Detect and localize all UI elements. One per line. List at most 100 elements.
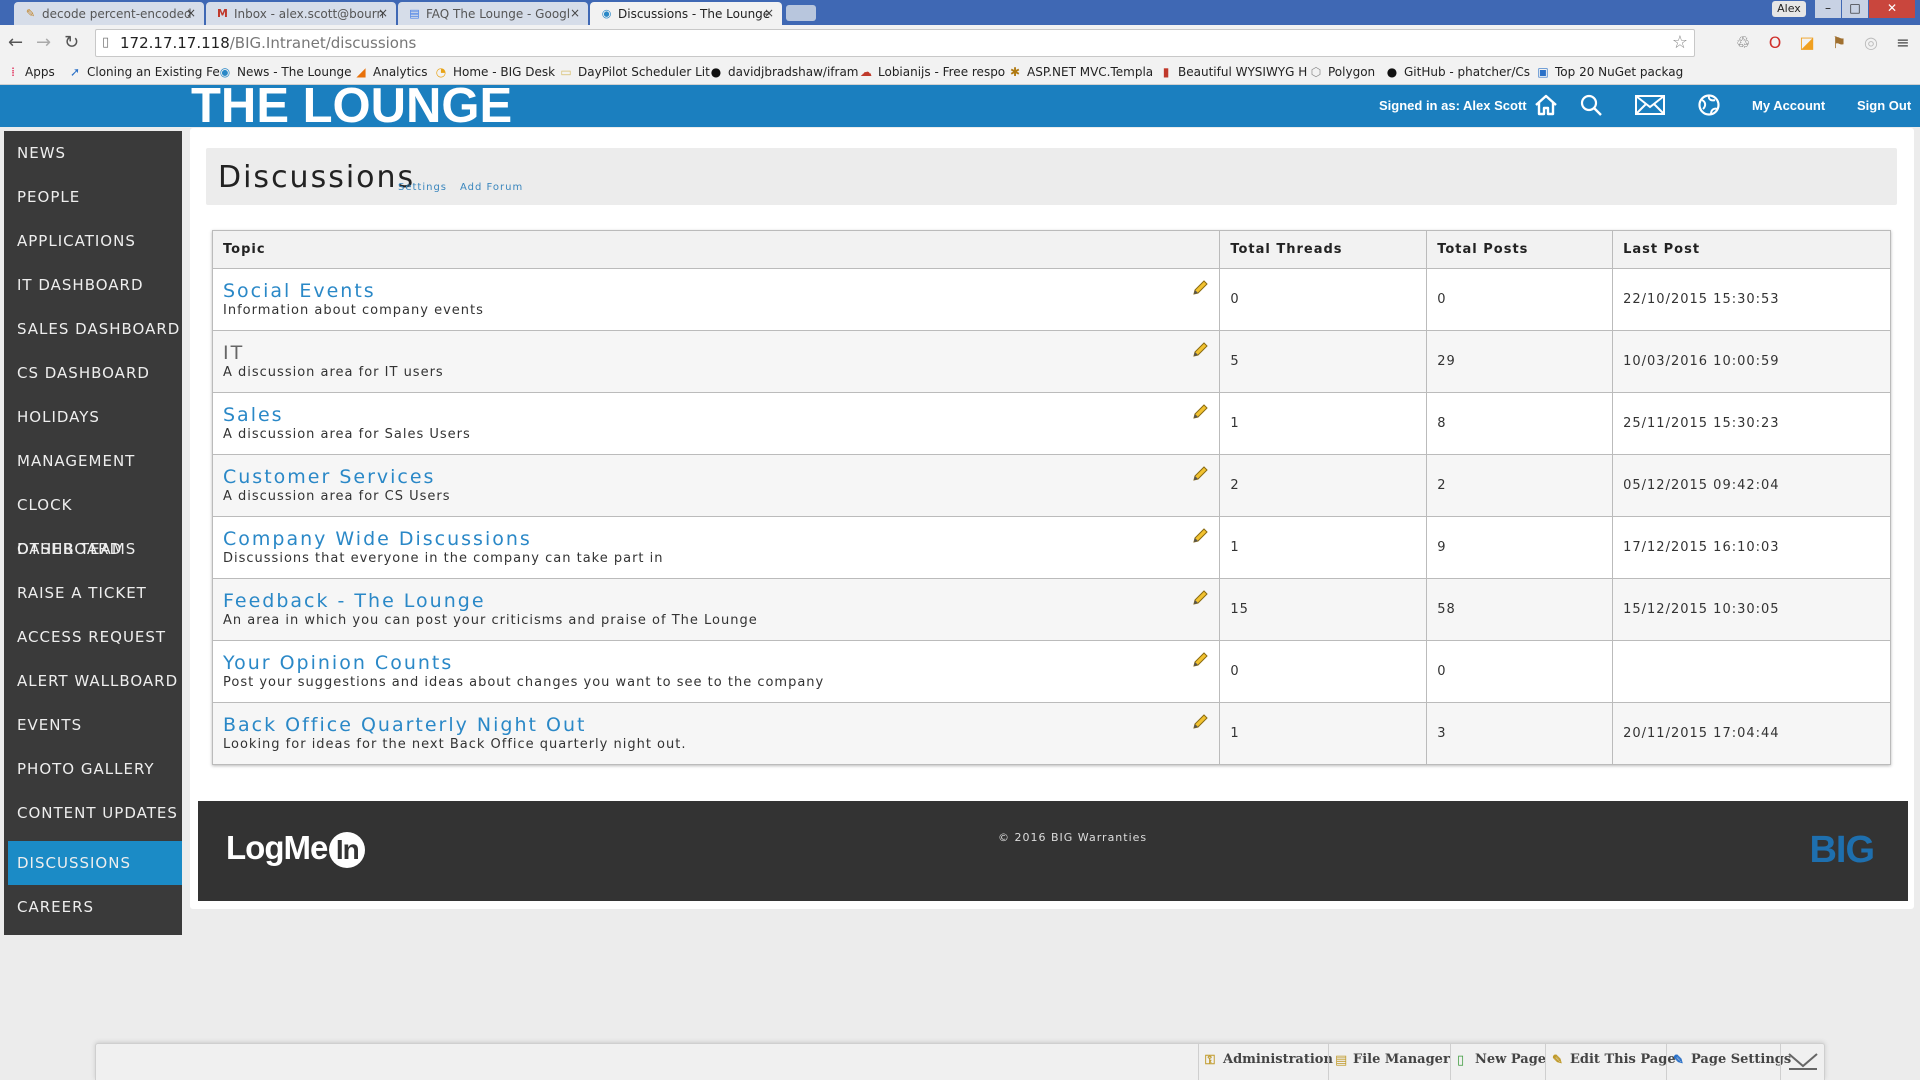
bookmark-item[interactable]: ⬡ Polygon [1309, 64, 1375, 80]
window-close-icon[interactable]: ✕ [1869, 0, 1915, 18]
window-user-badge[interactable]: Alex [1772, 1, 1806, 17]
forward-icon[interactable]: → [36, 33, 51, 53]
edit-this-page-button[interactable]: ✎ Edit This Page [1545, 1044, 1682, 1080]
logmein-logo[interactable]: LogMe In [226, 829, 366, 868]
home-icon[interactable] [1533, 92, 1559, 118]
bookmark-item[interactable]: ▭ DayPilot Scheduler Lit [559, 64, 709, 80]
topic-cell: Feedback - The Lounge An area in which y… [211, 578, 1221, 641]
sidebar-item-clock-dashboard[interactable]: CLOCK DASHBOARD [4, 483, 182, 558]
recycle-extension-icon[interactable]: ♲ [1732, 33, 1754, 52]
maximize-icon[interactable]: □ [1842, 0, 1868, 18]
bookmark-item[interactable]: ◔ Home - BIG Desk [434, 64, 555, 80]
bookmark-item[interactable]: ● GitHub - phatcher/Cs [1385, 64, 1530, 80]
forum-description: Post your suggestions and ideas about ch… [223, 675, 825, 690]
bookmark-star-icon[interactable]: ☆ [1672, 30, 1688, 56]
close-icon[interactable]: × [570, 6, 580, 20]
browser-tab[interactable]: ▤ FAQ The Lounge - Googl × [398, 2, 588, 25]
bookmark-item[interactable]: ➚ Cloning an Existing Fe [68, 64, 220, 80]
bookmark-item[interactable]: ☁ Lobianijs - Free respo [859, 64, 1005, 80]
my-account-link[interactable]: My Account [1752, 98, 1825, 113]
close-icon[interactable]: × [764, 6, 774, 20]
bookmark-item[interactable]: ◉ News - The Lounge [218, 64, 352, 80]
total-posts-cell: 2 [1426, 454, 1614, 517]
opera-extension-icon[interactable]: O [1764, 33, 1786, 52]
bookmark-item[interactable]: ✱ ASP.NET MVC.Templa [1008, 64, 1153, 80]
pencil-icon[interactable] [1191, 527, 1209, 545]
sidebar-item-raise-a-ticket[interactable]: RAISE A TICKET [4, 571, 182, 615]
sidebar-item-news[interactable]: NEWS [4, 131, 182, 175]
new-page-button[interactable]: ▯ New Page [1450, 1044, 1552, 1080]
file-manager-button[interactable]: ▤ File Manager [1328, 1044, 1456, 1080]
column-header-topic: Topic [211, 230, 1221, 269]
forum-link[interactable]: Back Office Quarterly Night Out [223, 714, 1219, 736]
sign-out-link[interactable]: Sign Out [1857, 98, 1911, 113]
close-icon[interactable]: × [186, 6, 196, 20]
browser-tab[interactable]: ✎ decode percent-encoded × [14, 2, 204, 25]
tab-label: decode percent-encoded [42, 7, 192, 21]
site-header: THE LOUNGE Signed in as: Alex Scott My A… [0, 80, 1920, 132]
main-content: Discussions Settings Add Forum Topic Tot… [190, 128, 1914, 909]
pencil-icon[interactable] [1191, 713, 1209, 731]
forum-link[interactable]: IT [223, 342, 1219, 364]
pencil-icon[interactable] [1191, 279, 1209, 297]
bookmark-item[interactable]: ⁞ Apps [6, 64, 55, 80]
sidebar-item-other-teams[interactable]: OTHER TEAMS [4, 527, 182, 571]
forum-link[interactable]: Customer Services [223, 466, 1219, 488]
page-settings-button[interactable]: ✎ Page Settings [1666, 1044, 1797, 1080]
total-threads-cell: 5 [1219, 330, 1428, 393]
browser-tab[interactable]: M Inbox - alex.scott@bourn × [206, 2, 396, 25]
sidebar-item-applications[interactable]: APPLICATIONS [4, 219, 182, 263]
close-icon[interactable]: × [378, 6, 388, 20]
extension-icon[interactable]: ◎ [1860, 33, 1882, 52]
github-icon: ● [710, 65, 722, 79]
administration-button[interactable]: ⚿ Administration [1198, 1044, 1339, 1080]
collapse-toolbar-button[interactable] [1780, 1044, 1824, 1080]
bookmark-item[interactable]: ● davidjbradshaw/ifram [709, 64, 859, 80]
back-icon[interactable]: ← [8, 33, 23, 53]
sidebar-item-sales-dashboard[interactable]: SALES DASHBOARD [4, 307, 182, 351]
sidebar-item-content-updates[interactable]: CONTENT UPDATES [4, 791, 182, 835]
forum-link[interactable]: Your Opinion Counts [223, 652, 1219, 674]
sidebar-item-careers[interactable]: CAREERS [4, 885, 182, 929]
browser-tab-active[interactable]: ◉ Discussions - The Lounge × [590, 2, 782, 25]
analytics-icon: ◢ [356, 65, 366, 79]
rss-extension-icon[interactable]: ◪ [1796, 33, 1818, 52]
sidebar-item-events[interactable]: EVENTS [4, 703, 182, 747]
forum-link[interactable]: Social Events [223, 280, 1219, 302]
sidebar-item-alert-wallboard[interactable]: ALERT WALLBOARD [4, 659, 182, 703]
sidebar-item-cs-dashboard[interactable]: CS DASHBOARD [4, 351, 182, 395]
reload-icon[interactable]: ↻ [64, 33, 79, 53]
sidebar-item-people[interactable]: PEOPLE [4, 175, 182, 219]
forum-link[interactable]: Feedback - The Lounge [223, 590, 1219, 612]
minimize-icon[interactable]: – [1815, 0, 1841, 18]
docs-icon: ▤ [409, 7, 420, 20]
pencil-icon[interactable] [1191, 341, 1209, 359]
bookmark-item[interactable]: ▮ Beautiful WYSIWYG H [1159, 64, 1308, 80]
pencil-icon[interactable] [1191, 589, 1209, 607]
sidebar-item-access-request[interactable]: ACCESS REQUEST [4, 615, 182, 659]
bookmark-item[interactable]: ▣ Top 20 NuGet packag [1536, 64, 1683, 80]
pencil-icon[interactable] [1191, 465, 1209, 483]
forum-link[interactable]: Company Wide Discussions [223, 528, 1219, 550]
sidebar-item-photo-gallery[interactable]: PHOTO GALLERY [4, 747, 182, 791]
mail-icon[interactable] [1634, 92, 1666, 118]
pencil-icon[interactable] [1191, 403, 1209, 421]
sidebar-item-management[interactable]: MANAGEMENT [4, 439, 182, 483]
sidebar-item-it-dashboard[interactable]: IT DASHBOARD [4, 263, 182, 307]
sidebar-item-discussions[interactable]: DISCUSSIONS [8, 841, 182, 885]
admin-toolbar: ⚿ Administration ▤ File Manager ▯ New Page … [95, 1043, 1825, 1080]
settings-link[interactable]: Settings [398, 182, 447, 193]
bookmark-item[interactable]: ◢ Analytics [354, 64, 427, 80]
globe-icon[interactable] [1696, 92, 1722, 118]
pencil-icon[interactable] [1191, 651, 1209, 669]
forum-description: Information about company events [223, 303, 484, 318]
address-bar[interactable]: ▯ 172.17.17.118/BIG.Intranet/discussions… [95, 29, 1695, 57]
add-forum-link[interactable]: Add Forum [460, 182, 523, 193]
search-icon[interactable] [1578, 92, 1604, 118]
menu-icon[interactable]: ≡ [1892, 33, 1914, 52]
site-brand[interactable]: THE LOUNGE [191, 80, 512, 132]
extension-icon[interactable]: ⚑ [1828, 33, 1850, 52]
new-tab-button[interactable] [786, 5, 816, 21]
sidebar-item-holidays[interactable]: HOLIDAYS [4, 395, 182, 439]
forum-link[interactable]: Sales [223, 404, 1219, 426]
